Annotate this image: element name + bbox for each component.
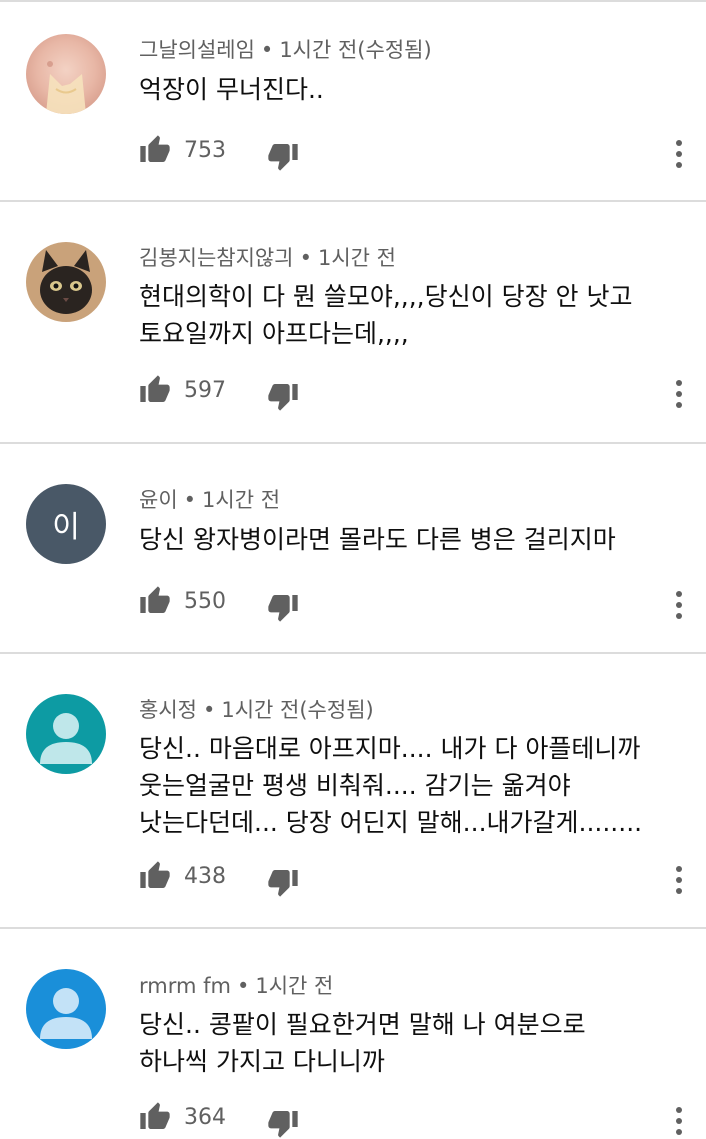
- like-count: 438: [184, 864, 226, 889]
- comment-actions: 364: [139, 1101, 699, 1139]
- comment-line: 당신.. 콩팥이 필요한거면 말해 나 여분으로: [139, 1010, 586, 1039]
- thumbs-down-icon[interactable]: [267, 140, 299, 172]
- comment-item: 이 윤이 • 1시간 전 당신 왕자병이라면 몰라도 다른 병은 걸리지마 550: [0, 444, 706, 654]
- thumbs-up-icon[interactable]: [139, 374, 171, 406]
- comment-actions: 753: [139, 134, 699, 172]
- comment-meta: 윤이 • 1시간 전: [139, 484, 280, 514]
- comment-author[interactable]: 홍시정: [139, 698, 197, 722]
- comment-time: 1시간 전(수정됨): [221, 698, 374, 722]
- comment-text: 억장이 무너진다..: [139, 71, 679, 108]
- comment-text: 당신.. 콩팥이 필요한거면 말해 나 여분으로 하나씩 가지고 다니니까: [139, 1006, 679, 1080]
- avatar[interactable]: [26, 694, 106, 774]
- thumbs-down-icon[interactable]: [267, 591, 299, 623]
- separator-dot: •: [260, 38, 274, 62]
- more-vertical-icon[interactable]: [669, 378, 689, 410]
- comment-line: 낫는다던데... 당장 어딘지 말해...내가갈게........: [139, 808, 643, 837]
- comment-author[interactable]: 윤이: [139, 488, 178, 512]
- comment-line: 웃는얼굴만 평생 비춰줘.... 감기는 옮겨야: [139, 771, 571, 800]
- comment-actions: 550: [139, 585, 699, 623]
- separator-dot: •: [236, 974, 250, 998]
- comment-meta: 김봉지는참지않긔 • 1시간 전: [139, 242, 396, 272]
- more-vertical-icon[interactable]: [669, 589, 689, 621]
- thumbs-down-icon[interactable]: [267, 380, 299, 412]
- thumbs-up-icon[interactable]: [139, 134, 171, 166]
- thumbs-up-icon[interactable]: [139, 1101, 171, 1133]
- like-count: 364: [184, 1105, 226, 1130]
- comment-text: 현대의학이 다 뭔 쓸모야,,,,당신이 당장 안 낫고 토요일까지 아프다는데…: [139, 278, 679, 352]
- comment-actions: 597: [139, 374, 699, 412]
- more-vertical-icon[interactable]: [669, 864, 689, 896]
- comment-text: 당신.. 마음대로 아프지마.... 내가 다 아플테니까 웃는얼굴만 평생 비…: [139, 730, 679, 841]
- thumbs-up-icon[interactable]: [139, 860, 171, 892]
- comment-time: 1시간 전: [255, 974, 334, 998]
- comment-time: 1시간 전: [202, 488, 281, 512]
- comment-line: 당신.. 마음대로 아프지마.... 내가 다 아플테니까: [139, 734, 641, 763]
- separator-dot: •: [299, 246, 312, 270]
- comment-author[interactable]: rmrm fm: [139, 974, 231, 998]
- avatar[interactable]: [26, 242, 106, 322]
- comment-line: 하나씩 가지고 다니니까: [139, 1047, 385, 1076]
- thumbs-down-icon[interactable]: [267, 866, 299, 898]
- thumbs-up-icon[interactable]: [139, 585, 171, 617]
- more-vertical-icon[interactable]: [669, 138, 689, 170]
- avatar[interactable]: 이: [26, 484, 106, 564]
- comment-meta: 그날의설레임 • 1시간 전(수정됨): [139, 34, 432, 64]
- comment-text: 당신 왕자병이라면 몰라도 다른 병은 걸리지마: [139, 521, 679, 558]
- thumbs-down-icon[interactable]: [267, 1107, 299, 1139]
- comment-line: 당신 왕자병이라면 몰라도 다른 병은 걸리지마: [139, 525, 616, 554]
- comment-item: rmrm fm • 1시간 전 당신.. 콩팥이 필요한거면 말해 나 여분으로 하…: [0, 929, 706, 1139]
- comment-item: 홍시정 • 1시간 전(수정됨) 당신.. 마음대로 아프지마.... 내가 다 아…: [0, 654, 706, 929]
- comment-line: 토요일까지 아프다는데,,,,: [139, 319, 409, 348]
- default-avatar-icon: [26, 969, 106, 1049]
- avatar-letter: 이: [26, 484, 106, 564]
- more-vertical-icon[interactable]: [669, 1105, 689, 1137]
- comment-author[interactable]: 그날의설레임: [139, 38, 255, 62]
- comment-item: 김봉지는참지않긔 • 1시간 전 현대의학이 다 뭔 쓸모야,,,,당신이 당장 안…: [0, 202, 706, 444]
- like-count: 753: [184, 138, 226, 163]
- comment-line: 억장이 무너진다..: [139, 75, 324, 104]
- comment-actions: 438: [139, 860, 699, 898]
- default-avatar-icon: [26, 694, 106, 774]
- like-count: 550: [184, 589, 226, 614]
- like-count: 597: [184, 378, 226, 403]
- separator-dot: •: [183, 488, 197, 512]
- avatar[interactable]: [26, 34, 106, 114]
- comment-item: 그날의설레임 • 1시간 전(수정됨) 억장이 무너진다.. 753: [0, 2, 706, 202]
- comment-meta: 홍시정 • 1시간 전(수정됨): [139, 694, 374, 724]
- separator-dot: •: [202, 698, 216, 722]
- comment-meta: rmrm fm • 1시간 전: [139, 970, 333, 1000]
- comment-time: 1시간 전(수정됨): [279, 38, 432, 62]
- comment-line: 현대의학이 다 뭔 쓸모야,,,,당신이 당장 안 낫고: [139, 282, 633, 311]
- avatar[interactable]: [26, 969, 106, 1049]
- comment-author[interactable]: 김봉지는참지않긔: [139, 246, 294, 270]
- comment-time: 1시간 전: [317, 246, 396, 270]
